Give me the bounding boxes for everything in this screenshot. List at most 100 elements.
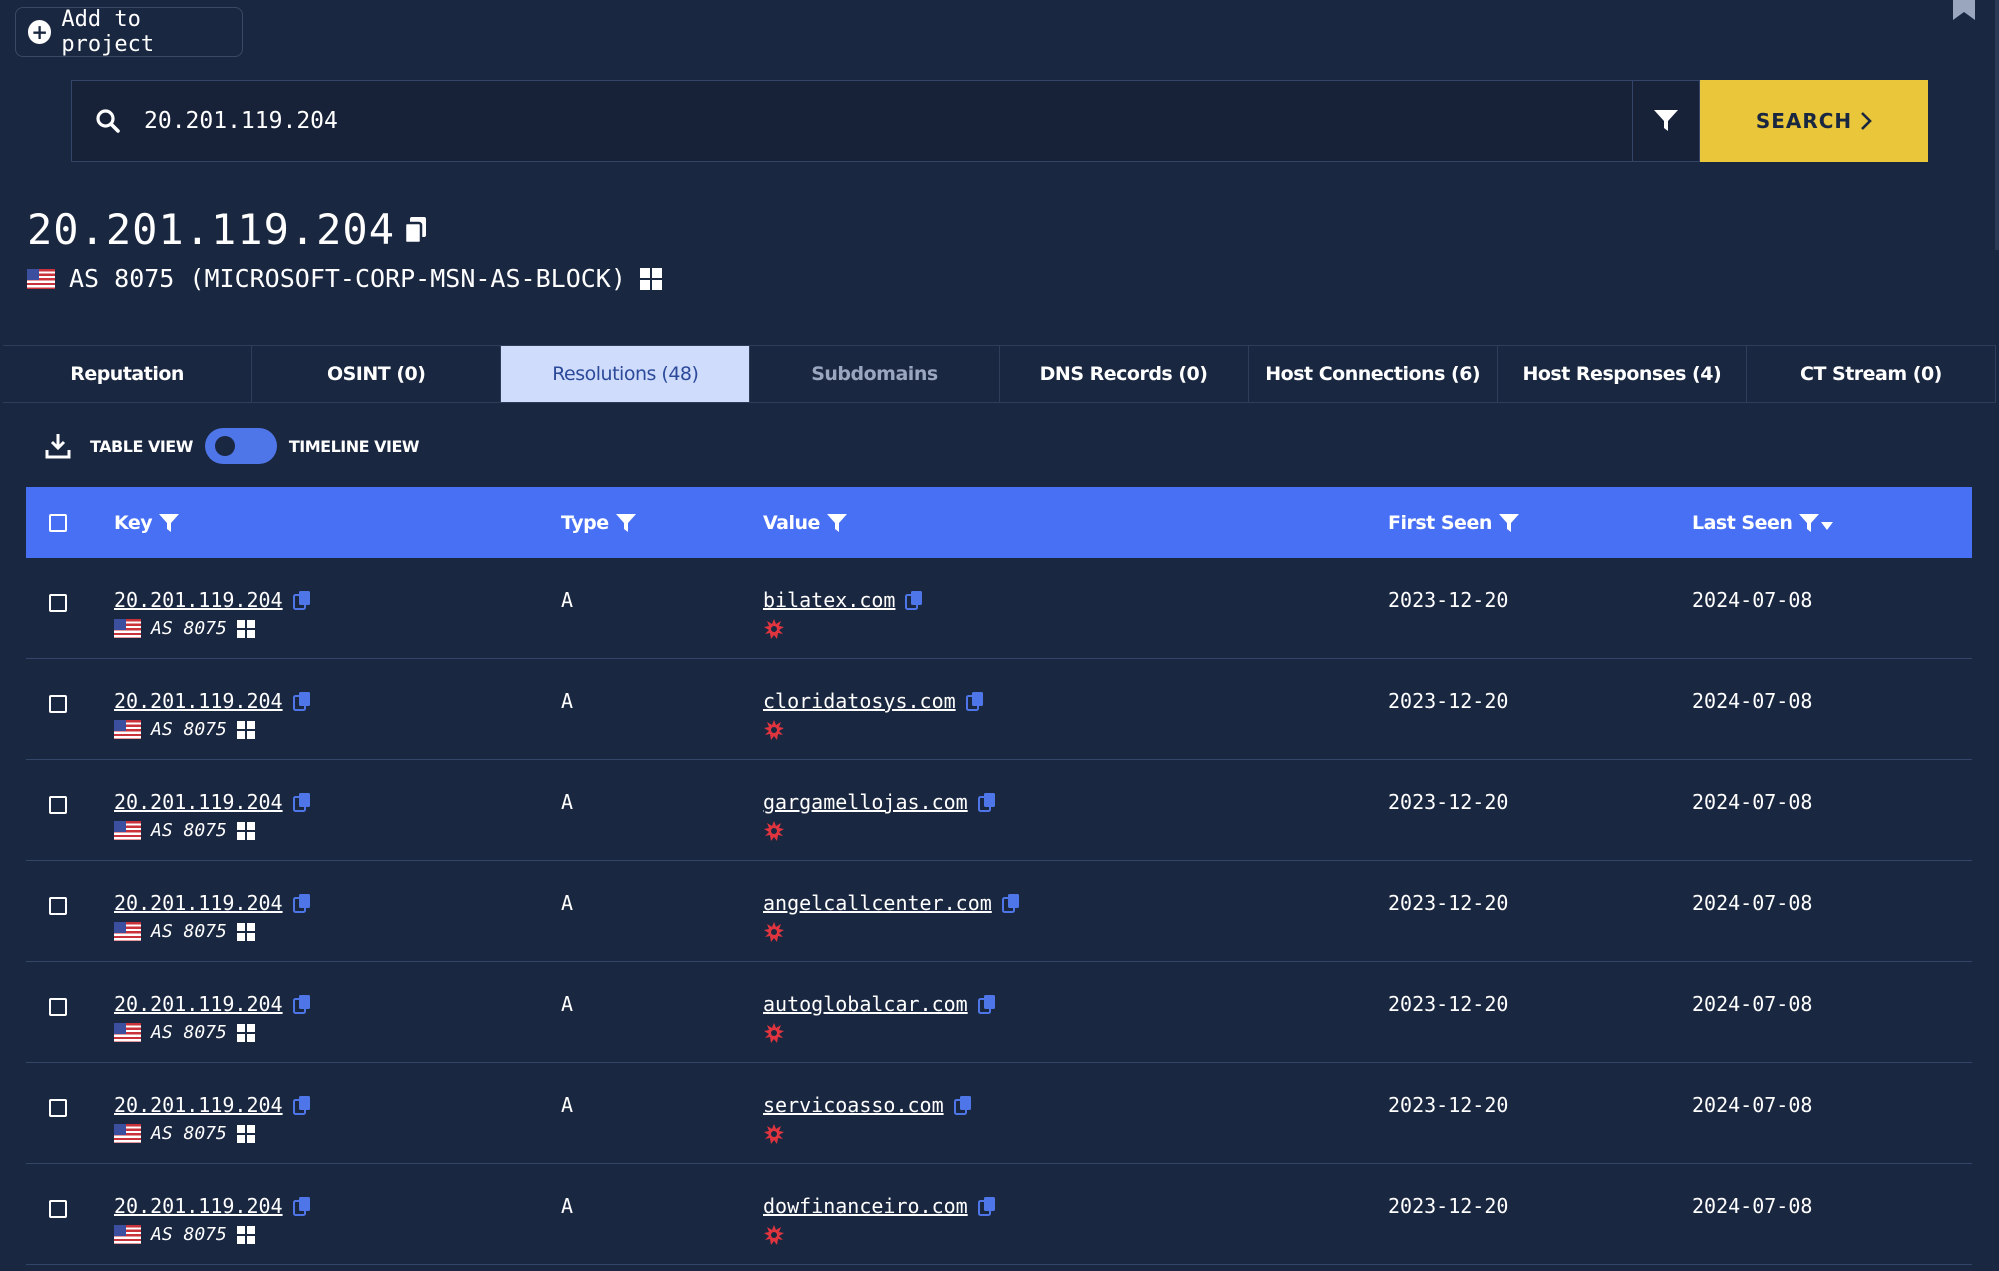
scrollbar[interactable] bbox=[1995, 0, 1999, 250]
row-checkbox[interactable] bbox=[49, 1200, 67, 1218]
tab-bar: Reputation OSINT (0) Resolutions (48) Su… bbox=[3, 345, 1996, 403]
key-cell: 20.201.119.204 AS 8075 bbox=[114, 992, 311, 1043]
tab-ct-stream[interactable]: CT Stream (0) bbox=[1747, 346, 1996, 402]
key-link[interactable]: 20.201.119.204 bbox=[114, 1093, 311, 1117]
asn-line: AS 8075 bbox=[114, 820, 311, 841]
domain-link[interactable]: gargamellojas.com bbox=[763, 790, 996, 814]
last-seen-cell: 2024-07-08 bbox=[1692, 1093, 1813, 1117]
type-cell: A bbox=[561, 689, 574, 713]
tab-dns-records[interactable]: DNS Records (0) bbox=[1000, 346, 1249, 402]
malicious-badge-icon bbox=[763, 719, 984, 745]
sort-desc-icon[interactable] bbox=[1820, 521, 1834, 531]
type-cell: A bbox=[561, 1194, 574, 1218]
copy-icon[interactable] bbox=[292, 691, 311, 711]
search-button[interactable]: SEARCH bbox=[1700, 80, 1928, 162]
value-cell: bilatex.com bbox=[763, 588, 923, 644]
header-value[interactable]: Value bbox=[763, 512, 848, 534]
us-flag-icon bbox=[114, 821, 141, 840]
header-value-label: Value bbox=[763, 511, 820, 534]
tab-host-connections[interactable]: Host Connections (6) bbox=[1249, 346, 1498, 402]
key-link[interactable]: 20.201.119.204 bbox=[114, 1194, 311, 1218]
copy-icon[interactable] bbox=[292, 792, 311, 812]
copy-icon[interactable] bbox=[977, 1196, 996, 1216]
malicious-badge-icon bbox=[763, 1123, 972, 1149]
chevron-right-icon bbox=[1861, 112, 1873, 130]
domain-link[interactable]: bilatex.com bbox=[763, 588, 923, 612]
windows-icon bbox=[639, 267, 662, 290]
copy-icon[interactable] bbox=[292, 994, 311, 1014]
download-icon[interactable] bbox=[44, 432, 72, 460]
copy-icon[interactable] bbox=[953, 1095, 972, 1115]
value-cell: cloridatosys.com bbox=[763, 689, 984, 745]
row-checkbox[interactable] bbox=[49, 897, 67, 915]
key-link[interactable]: 20.201.119.204 bbox=[114, 790, 311, 814]
key-cell: 20.201.119.204 AS 8075 bbox=[114, 588, 311, 639]
page-title: 20.201.119.204 bbox=[27, 205, 429, 254]
domain-label: bilatex.com bbox=[763, 588, 896, 612]
copy-icon[interactable] bbox=[905, 590, 923, 610]
tab-resolutions[interactable]: Resolutions (48) bbox=[501, 346, 751, 402]
last-seen-cell: 2024-07-08 bbox=[1692, 689, 1813, 713]
view-toggle-switch[interactable] bbox=[204, 428, 277, 464]
domain-link[interactable]: autoglobalcar.com bbox=[763, 992, 996, 1016]
filter-icon[interactable] bbox=[1498, 513, 1520, 533]
domain-link[interactable]: servicoasso.com bbox=[763, 1093, 972, 1117]
filter-icon[interactable] bbox=[1798, 513, 1820, 533]
row-checkbox[interactable] bbox=[49, 594, 67, 612]
asn-label: AS 8075 bbox=[151, 1022, 227, 1043]
row-checkbox[interactable] bbox=[49, 796, 67, 814]
asn-label: AS 8075 bbox=[151, 719, 227, 740]
copy-icon[interactable] bbox=[292, 893, 311, 913]
copy-icon[interactable] bbox=[1001, 893, 1020, 913]
copy-icon[interactable] bbox=[977, 792, 996, 812]
header-key[interactable]: Key bbox=[114, 512, 180, 534]
tab-subdomains[interactable]: Subdomains bbox=[750, 346, 1000, 402]
key-link[interactable]: 20.201.119.204 bbox=[114, 891, 311, 915]
key-link[interactable]: 20.201.119.204 bbox=[114, 689, 311, 713]
tab-reputation[interactable]: Reputation bbox=[3, 346, 253, 402]
filter-icon[interactable] bbox=[158, 513, 180, 533]
domain-link[interactable]: angelcallcenter.com bbox=[763, 891, 1020, 915]
us-flag-icon bbox=[114, 1225, 141, 1244]
bookmark-icon[interactable] bbox=[1951, 0, 1977, 20]
last-seen-cell: 2024-07-08 bbox=[1692, 891, 1813, 915]
header-type[interactable]: Type bbox=[561, 512, 637, 534]
view-toggle-bar: TABLE VIEW TIMELINE VIEW bbox=[44, 428, 420, 464]
asn-label: AS 8075 bbox=[151, 1123, 227, 1144]
copy-icon[interactable] bbox=[292, 590, 311, 610]
copy-icon[interactable] bbox=[292, 1095, 311, 1115]
domain-link[interactable]: dowfinanceiro.com bbox=[763, 1194, 996, 1218]
header-first-seen[interactable]: First Seen bbox=[1388, 512, 1520, 534]
tab-host-responses[interactable]: Host Responses (4) bbox=[1498, 346, 1747, 402]
select-all-checkbox[interactable] bbox=[49, 513, 67, 532]
windows-icon bbox=[236, 720, 255, 739]
filter-button[interactable] bbox=[1632, 80, 1700, 162]
table-row: 20.201.119.204 AS 8075 A dowfinanceiro.c… bbox=[26, 1164, 1972, 1265]
header-last-seen[interactable]: Last Seen bbox=[1692, 512, 1834, 534]
row-checkbox[interactable] bbox=[49, 998, 67, 1016]
copy-icon[interactable] bbox=[292, 1196, 311, 1216]
malicious-badge-icon bbox=[763, 820, 996, 846]
value-cell: angelcallcenter.com bbox=[763, 891, 1020, 947]
row-checkbox[interactable] bbox=[49, 695, 67, 713]
table-view-label: TABLE VIEW bbox=[90, 436, 193, 456]
page-title-ip: 20.201.119.204 bbox=[27, 205, 396, 254]
filter-icon[interactable] bbox=[615, 513, 637, 533]
key-link[interactable]: 20.201.119.204 bbox=[114, 588, 311, 612]
key-link[interactable]: 20.201.119.204 bbox=[114, 992, 311, 1016]
asn-line: AS 8075 bbox=[114, 719, 311, 740]
type-cell: A bbox=[561, 891, 574, 915]
tab-osint[interactable]: OSINT (0) bbox=[252, 346, 502, 402]
copy-icon[interactable] bbox=[965, 691, 984, 711]
add-to-project-button[interactable]: + Add to project bbox=[15, 7, 243, 57]
malicious-badge-icon bbox=[763, 618, 923, 644]
filter-icon[interactable] bbox=[826, 513, 848, 533]
windows-icon bbox=[236, 821, 255, 840]
copy-icon[interactable] bbox=[977, 994, 996, 1014]
domain-link[interactable]: cloridatosys.com bbox=[763, 689, 984, 713]
header-key-label: Key bbox=[114, 511, 153, 534]
row-checkbox[interactable] bbox=[49, 1099, 67, 1117]
search-input[interactable] bbox=[144, 108, 1544, 134]
table-row: 20.201.119.204 AS 8075 A gargamellojas.c… bbox=[26, 760, 1972, 861]
copy-icon[interactable] bbox=[403, 215, 429, 245]
